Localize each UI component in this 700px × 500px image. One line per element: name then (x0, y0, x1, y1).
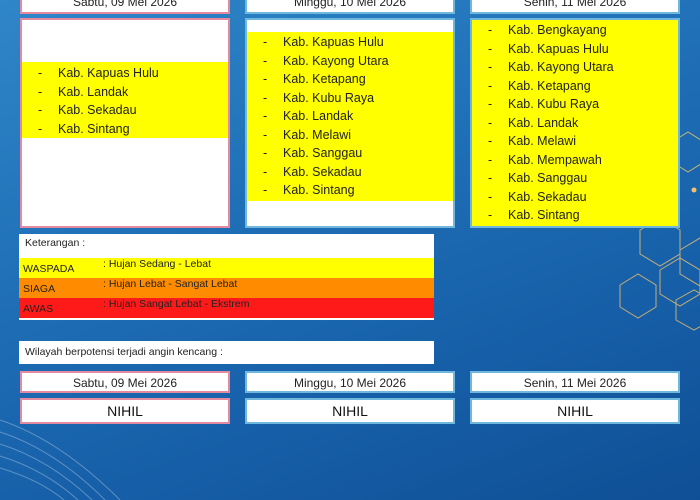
wind-section-title: Wilayah berpotensi terjadi angin kencang… (19, 341, 434, 364)
wind-status-day1: NIHIL (20, 398, 230, 424)
wind-status-day3: NIHIL (470, 398, 680, 424)
list-item: - Kab. Sintang (263, 183, 355, 197)
list-item: - Kab. Kapuas Hulu (263, 35, 384, 49)
list-item: - Kab. Sekadau (38, 103, 137, 117)
list-item: - Kab. Melawi (488, 134, 577, 148)
list-item: - Kab. Sekadau (263, 164, 362, 179)
list-item: - Kab. Melawi (263, 127, 352, 142)
legend-level-name: AWAS (23, 303, 54, 315)
list-item: - Kab. Landak (38, 84, 129, 99)
legend-level-desc: : Hujan Lebat - Sangat Lebat (103, 278, 238, 290)
date-header-day1: Sabtu, 09 Mei 2026 (20, 0, 230, 14)
region-list-day3: - Kab. Bengkayang - Kab. Kapuas Hulu - Kab.… (472, 21, 678, 225)
list-item: - Kab. Sekadau (488, 189, 587, 204)
list-item: - Kab. Ketapang (263, 72, 366, 86)
legend-level-name: SIAGA (23, 283, 56, 295)
date-header-day2: Minggu, 10 Mei 2026 (245, 0, 455, 14)
list-item: - Kab. Kayong Utara (263, 53, 389, 68)
legend-panel: Keterangan : WASPADA : Hujan Sedang - Le… (19, 234, 434, 320)
warning-panel-day3: - Kab. Bengkayang - Kab. Kapuas Hulu - Kab.… (470, 18, 680, 228)
list-item: - Kab. Bengkayang (488, 23, 607, 37)
legend-level-desc: : Hujan Sedang - Lebat (103, 258, 211, 270)
waspada-area-day2: - Kab. Kapuas Hulu - Kab. Kayong Utara - Ka… (247, 32, 453, 201)
warning-panel-day2: - Kab. Kapuas Hulu - Kab. Kayong Utara - Ka… (245, 18, 455, 228)
wind-status-day2: NIHIL (245, 398, 455, 424)
list-item: - Kab. Kayong Utara (488, 60, 614, 74)
list-item: - Kab. Kapuas Hulu (488, 41, 609, 56)
legend-title: Keterangan : (25, 237, 86, 249)
date-header-day3: Senin, 11 Mei 2026 (470, 0, 680, 14)
waspada-area-day1: - Kab. Kapuas Hulu - Kab. Landak - Kab. Sek… (22, 62, 228, 138)
legend-level-name: WASPADA (23, 263, 75, 275)
list-item: - Kab. Mempawah (488, 152, 602, 167)
legend-row-siaga: SIAGA : Hujan Lebat - Sangat Lebat (19, 278, 434, 298)
legend-level-desc: : Hujan Sangat Lebat - Ekstrem (103, 298, 250, 310)
list-item: - Kab. Sanggau (488, 171, 588, 185)
warning-panel-day1: - Kab. Kapuas Hulu - Kab. Landak - Kab. Sek… (20, 18, 230, 228)
list-item: - Kab. Kubu Raya (263, 90, 375, 105)
list-item: - Kab. Landak (263, 109, 354, 123)
list-item: - Kab. Sintang (488, 208, 580, 222)
list-item: - Kab. Sintang (38, 121, 130, 136)
list-item: - Kab. Sanggau (263, 146, 363, 160)
legend-row-waspada: WASPADA : Hujan Sedang - Lebat (19, 258, 434, 278)
list-item: - Kab. Kubu Raya (488, 97, 600, 111)
list-item: - Kab. Kapuas Hulu (38, 66, 159, 80)
wind-date-day2: Minggu, 10 Mei 2026 (245, 371, 455, 393)
wind-date-day3: Senin, 11 Mei 2026 (470, 371, 680, 393)
region-list-day1: - Kab. Kapuas Hulu - Kab. Landak - Kab. Sek… (22, 64, 228, 138)
list-item: - Kab. Landak (488, 115, 579, 130)
wind-date-day1: Sabtu, 09 Mei 2026 (20, 371, 230, 393)
list-item: - Kab. Ketapang (488, 78, 591, 93)
waspada-area-day3: - Kab. Bengkayang - Kab. Kapuas Hulu - Kab.… (472, 20, 678, 226)
legend-row-awas: AWAS : Hujan Sangat Lebat - Ekstrem (19, 298, 434, 318)
region-list-day2: - Kab. Kapuas Hulu - Kab. Kayong Utara - Ka… (247, 33, 453, 200)
